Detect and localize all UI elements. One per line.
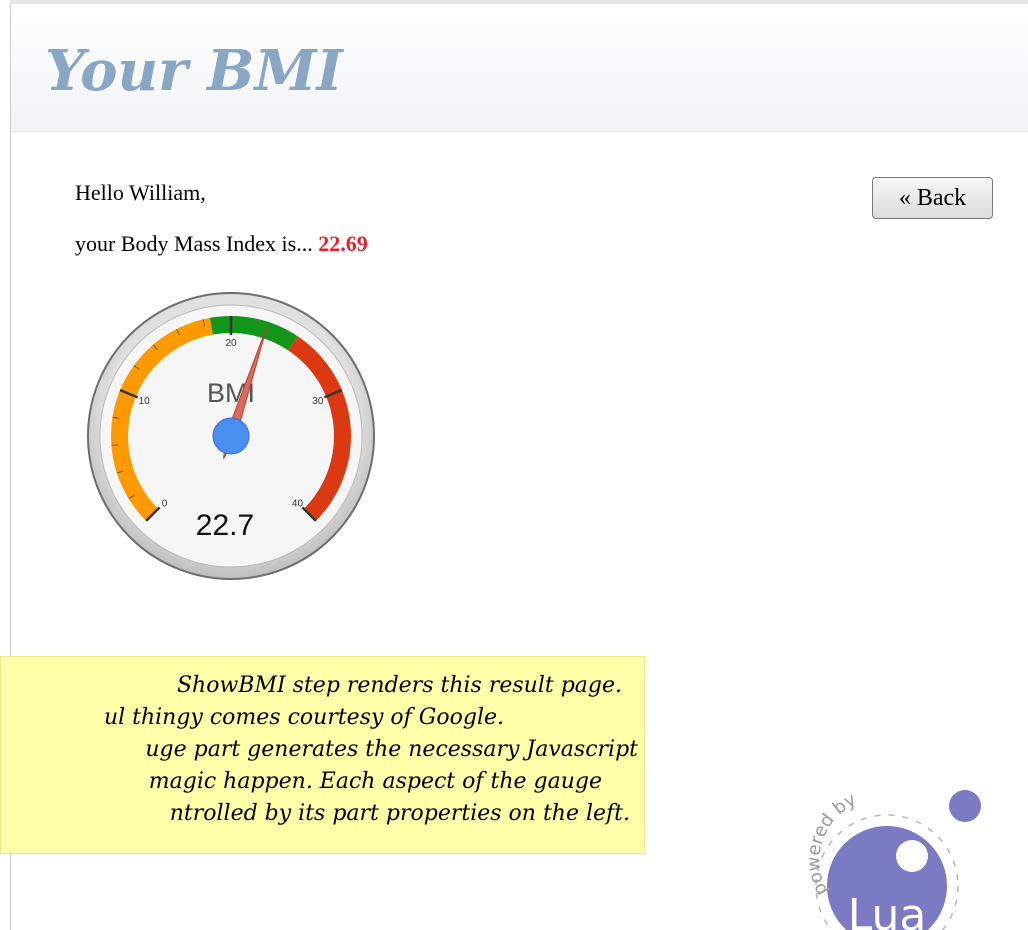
gauge-tick-label-20: 20 [225, 338, 237, 349]
gauge-tick-label-40: 40 [292, 498, 304, 509]
gauge-tick-label-30: 30 [312, 396, 324, 407]
info-note-line: magic happen. Each aspect of the gauge [148, 769, 602, 794]
info-note-line: ShowBMI step renders this result page. [176, 673, 622, 698]
gauge-value-readout: 22.7 [196, 509, 254, 542]
bmi-result-prefix: your Body Mass Index is... [75, 231, 313, 256]
back-button[interactable]: « Back [872, 177, 993, 219]
lua-logo-text: Lua [848, 890, 927, 930]
info-note: ShowBMI step renders this result page. u… [0, 656, 645, 854]
info-note-line: ul thingy comes courtesy of Google. [103, 705, 504, 730]
bmi-result-value: 22.69 [318, 231, 368, 256]
greeting-text: Hello William, [75, 180, 206, 205]
gauge-minor-tick [343, 444, 351, 446]
info-note-line: uge part generates the necessary Javascr… [145, 737, 638, 762]
info-note-line: ntrolled by its part properties on the l… [169, 801, 630, 826]
lua-powered-by-logo: powered by Lua [803, 789, 981, 930]
gauge-tick-label-0: 0 [162, 498, 168, 509]
bmi-gauge: 0 10 20 30 40 BMI 22.7 [87, 292, 375, 580]
lua-moon-icon [949, 790, 981, 822]
lua-planet-hole-icon [896, 840, 928, 872]
gauge-tick-label-10: 10 [139, 396, 151, 407]
gauge-needle-hub [212, 417, 250, 455]
bmi-result-line: your Body Mass Index is... 22.69 [75, 231, 368, 257]
page-title: Your BMI [45, 38, 343, 104]
gauge-minor-tick [111, 444, 119, 446]
page-header: Your BMI [11, 4, 1028, 132]
